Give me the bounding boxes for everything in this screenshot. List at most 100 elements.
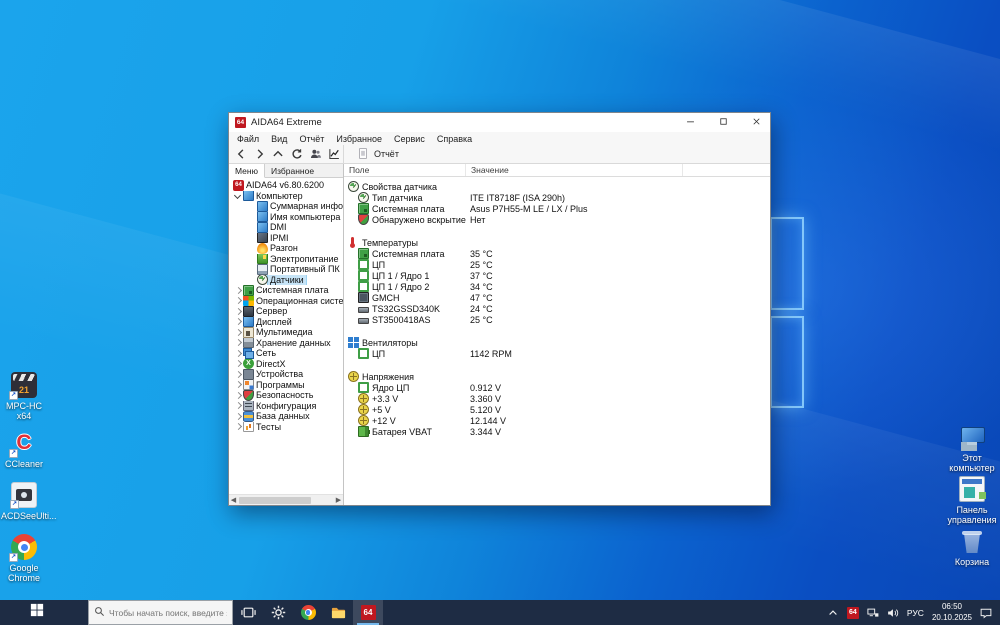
report-row[interactable]: +3.3 V 3.360 V — [344, 393, 770, 404]
report-row[interactable]: Ядро ЦП 0.912 V — [344, 382, 770, 393]
network-icon[interactable] — [867, 607, 879, 619]
tree-item[interactable]: Сеть — [229, 348, 343, 359]
tree-item[interactable]: Тесты — [229, 421, 343, 432]
chevron-right-icon[interactable] — [233, 411, 243, 421]
toolbar-forward-button[interactable] — [251, 146, 269, 163]
tree-item[interactable]: Мультимедиа — [229, 327, 343, 338]
chevron-right-icon[interactable] — [233, 390, 243, 400]
tree-item[interactable]: Датчики — [229, 274, 343, 285]
tree-item[interactable]: DirectX — [229, 358, 343, 369]
tree-item[interactable]: Электропитание — [229, 253, 343, 264]
report-row[interactable]: ЦП 1142 RPM — [344, 348, 770, 359]
chevron-right-icon[interactable] — [233, 348, 243, 358]
chevron-right-icon[interactable] — [233, 317, 243, 327]
desktop-icon-mpc[interactable]: ↗MPC-HC x64 — [1, 372, 47, 422]
tray-overflow-chevron-icon[interactable] — [827, 607, 839, 619]
desktop-icon-controlpanel[interactable]: Панель управления — [944, 476, 1000, 526]
desktop-icon-recyclebin[interactable]: Корзина — [944, 528, 1000, 567]
taskbar-chrome-button[interactable] — [293, 600, 323, 625]
desktop-icon-thispc[interactable]: Этот компьютер — [944, 424, 1000, 474]
tree-item[interactable]: IPMI — [229, 232, 343, 243]
scrollbar-thumb[interactable] — [239, 496, 311, 504]
report-group-row[interactable]: Температуры — [344, 237, 770, 248]
toolbar-refresh-button[interactable] — [288, 146, 306, 163]
tree-item[interactable]: База данных — [229, 411, 343, 422]
report-group-row[interactable]: Напряжения — [344, 371, 770, 382]
taskbar-file-explorer-button[interactable] — [323, 600, 353, 625]
report-row[interactable]: ST3500418AS 25 °C — [344, 314, 770, 325]
chevron-right-icon[interactable] — [233, 359, 243, 369]
tree-item[interactable]: Системная плата — [229, 285, 343, 296]
close-button[interactable] — [742, 113, 770, 132]
tree-item[interactable]: Безопасность — [229, 390, 343, 401]
language-indicator[interactable]: РУС — [907, 608, 924, 618]
report-row[interactable]: TS32GSSD340K 24 °C — [344, 303, 770, 314]
menu-item[interactable]: Файл — [231, 134, 265, 144]
chevron-right-icon[interactable] — [233, 401, 243, 411]
menu-item[interactable]: Избранное — [330, 134, 388, 144]
tree-item[interactable]: Суммарная информация — [229, 201, 343, 212]
report-row[interactable]: ЦП 1 / Ядро 2 34 °C — [344, 281, 770, 292]
report-row[interactable]: +12 V 12.144 V — [344, 415, 770, 426]
maximize-button[interactable] — [709, 113, 737, 132]
report-row[interactable]: Тип датчика ITE IT8718F (ISA 290h) — [344, 192, 770, 203]
tree-item[interactable]: Портативный ПК — [229, 264, 343, 275]
start-button[interactable] — [0, 600, 58, 625]
chevron-right-icon[interactable] — [233, 369, 243, 379]
taskbar-task-view-button[interactable] — [233, 600, 263, 625]
report-row[interactable]: Обнаружено вскрытие кор... Нет — [344, 214, 770, 225]
chevron-right-icon[interactable] — [233, 338, 243, 348]
menu-item[interactable]: Сервис — [388, 134, 431, 144]
toolbar-back-button[interactable] — [232, 146, 250, 163]
report-row[interactable]: Системная плата Asus P7H55-M LE / LX / Pl… — [344, 203, 770, 214]
report-row[interactable]: ЦП 25 °C — [344, 259, 770, 270]
action-center-icon[interactable] — [980, 607, 992, 619]
toolbar-users-button[interactable] — [307, 146, 325, 163]
tree-item[interactable]: Операционная система — [229, 295, 343, 306]
desktop-icon-acdsee[interactable]: ↗ ACDSeeUlti... — [1, 482, 57, 521]
report-row[interactable]: ЦП 1 / Ядро 1 37 °C — [344, 270, 770, 281]
desktop-icon-chrome[interactable]: ↗ Google Chrome — [1, 534, 47, 584]
tree-item[interactable]: DMI — [229, 222, 343, 233]
minimize-button[interactable] — [676, 113, 704, 132]
tree-item[interactable]: Сервер — [229, 306, 343, 317]
toolbar-chart-button[interactable] — [325, 146, 343, 163]
chevron-down-icon[interactable] — [233, 191, 243, 201]
chevron-right-icon[interactable] — [233, 285, 243, 295]
report-row[interactable]: +5 V 5.120 V — [344, 404, 770, 415]
scroll-left-arrow[interactable]: ◀ — [229, 495, 238, 506]
taskbar-clock[interactable]: 06:50 20.10.2025 — [932, 602, 972, 623]
report-button[interactable]: Отчёт — [344, 145, 399, 163]
tree-item[interactable]: Разгон — [229, 243, 343, 254]
volume-icon[interactable] — [887, 607, 899, 619]
report-group-row[interactable]: Свойства датчика — [344, 181, 770, 192]
tree-item[interactable]: Программы — [229, 379, 343, 390]
chevron-right-icon[interactable] — [233, 327, 243, 337]
aida64-tray-icon[interactable]: 64 — [846, 606, 859, 619]
horizontal-scrollbar[interactable]: ◀ ▶ — [229, 494, 343, 505]
tree-item[interactable]: Хранение данных — [229, 337, 343, 348]
chevron-right-icon[interactable] — [233, 422, 243, 432]
report-group-row[interactable]: Вентиляторы — [344, 337, 770, 348]
taskbar-settings-button[interactable] — [263, 600, 293, 625]
column-field[interactable]: Поле — [344, 164, 466, 176]
tree-item[interactable]: Дисплей — [229, 316, 343, 327]
scroll-right-arrow[interactable]: ▶ — [334, 495, 343, 506]
column-value[interactable]: Значение — [466, 164, 683, 176]
toolbar-up-button[interactable] — [269, 146, 287, 163]
menu-item[interactable]: Справка — [431, 134, 478, 144]
tree-item[interactable]: AIDA64 v6.80.6200 — [229, 180, 343, 191]
report-row[interactable]: GMCH 47 °C — [344, 292, 770, 303]
tree-item[interactable]: Устройства — [229, 369, 343, 380]
chevron-right-icon[interactable] — [233, 380, 243, 390]
menu-item[interactable]: Вид — [265, 134, 293, 144]
search-input[interactable] — [109, 607, 227, 618]
desktop-icon-ccleaner[interactable]: ↗CCleaner — [1, 430, 47, 469]
chevron-right-icon[interactable] — [233, 296, 243, 306]
chevron-right-icon[interactable] — [233, 306, 243, 316]
tree-item[interactable]: Конфигурация — [229, 400, 343, 411]
taskbar-aida64-button[interactable]: 64 — [353, 600, 383, 625]
taskbar-search[interactable] — [88, 600, 233, 625]
tab-favorites[interactable]: Избранное — [264, 164, 321, 178]
tree-item[interactable]: Компьютер — [229, 190, 343, 201]
